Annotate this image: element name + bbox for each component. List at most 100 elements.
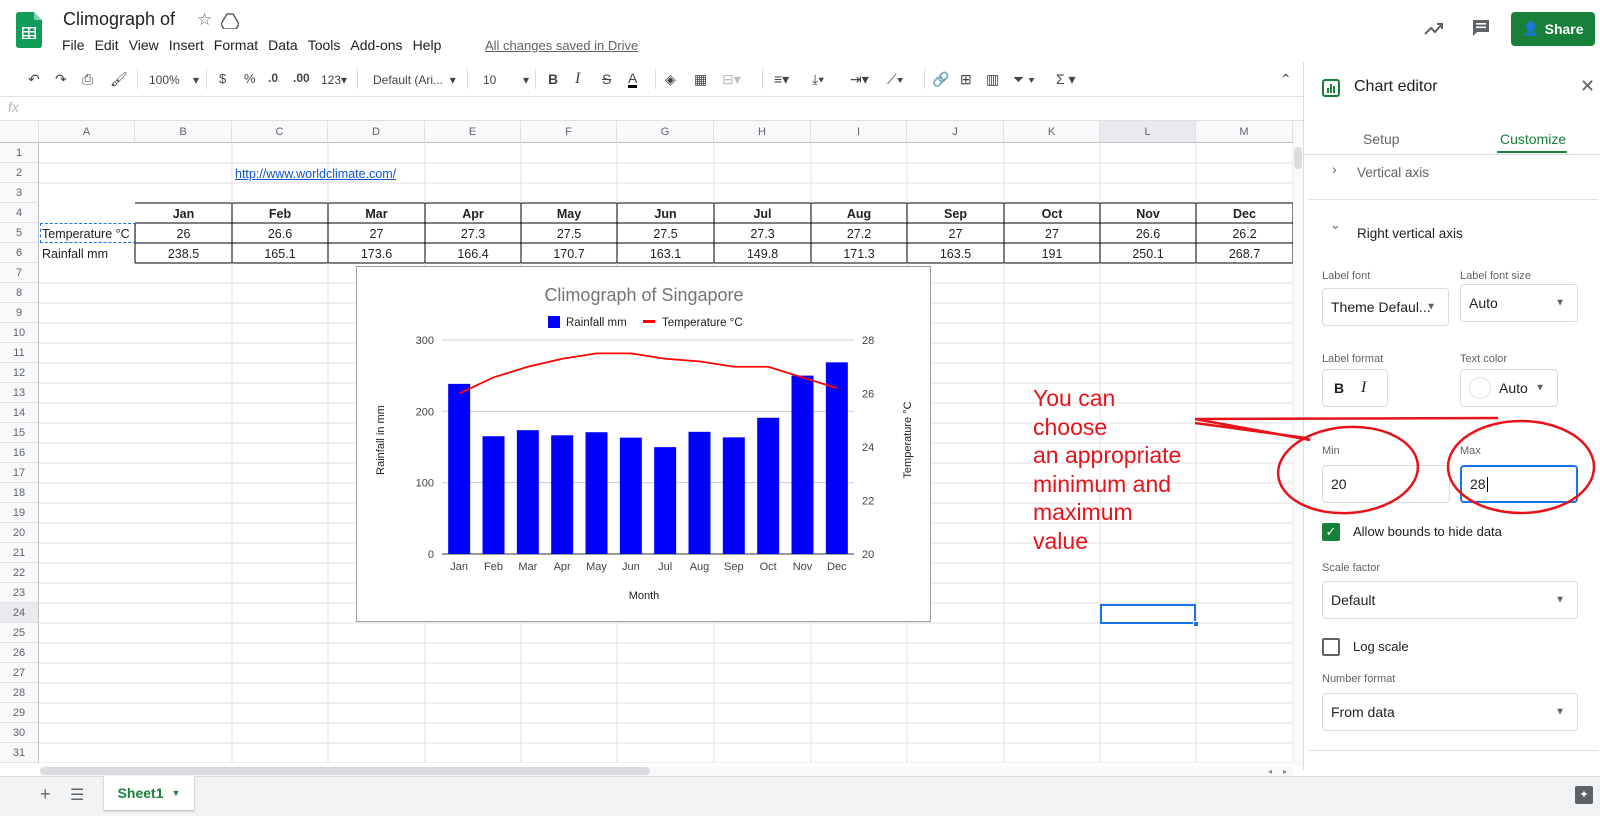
row-header-20[interactable]: 20 xyxy=(0,523,39,543)
paint-format-icon[interactable]: 🖌 xyxy=(110,71,128,88)
row-header-4[interactable]: 4 xyxy=(0,203,39,223)
rainfall-bar[interactable] xyxy=(688,431,711,554)
row-header-7[interactable]: 7 xyxy=(0,263,39,283)
currency-button[interactable]: $ xyxy=(219,71,226,86)
row-header-14[interactable]: 14 xyxy=(0,403,39,423)
row-header-10[interactable]: 10 xyxy=(0,323,39,343)
insert-chart-icon[interactable]: ▥ xyxy=(986,71,999,88)
col-header-f[interactable]: F xyxy=(521,121,617,143)
temperature-value-cell[interactable]: 27.2 xyxy=(811,224,907,244)
col-header-g[interactable]: G xyxy=(617,121,714,143)
sheets-logo-icon[interactable] xyxy=(16,12,42,48)
temperature-value-cell[interactable]: 26.6 xyxy=(232,224,328,244)
scroll-right-icon[interactable]: ▸ xyxy=(1283,767,1287,776)
rainfall-value-cell[interactable]: 149.8 xyxy=(714,244,811,264)
month-header-cell[interactable]: Jul xyxy=(714,204,811,224)
row-header-6[interactable]: 6 xyxy=(0,243,39,263)
percent-button[interactable]: % xyxy=(244,71,256,86)
comment-icon[interactable] xyxy=(1471,18,1491,38)
col-header-d[interactable]: D xyxy=(328,121,425,143)
allow-bounds-checkbox[interactable]: ✓ xyxy=(1322,523,1340,541)
month-header-cell[interactable]: Jun xyxy=(617,204,714,224)
month-header-cell[interactable]: May xyxy=(521,204,617,224)
sheet-tab-sheet1[interactable]: Sheet1 ▼ xyxy=(104,776,194,810)
vertical-align-icon[interactable]: ⤓▾ xyxy=(812,71,824,88)
section-vertical-axis[interactable]: Vertical axis xyxy=(1357,165,1429,180)
rainfall-value-cell[interactable]: 238.5 xyxy=(135,244,232,264)
active-cell-l24[interactable] xyxy=(1100,604,1196,624)
row-header-27[interactable]: 27 xyxy=(0,663,39,683)
redo-icon[interactable]: ↷ xyxy=(55,71,67,88)
col-header-b[interactable]: B xyxy=(135,121,232,143)
row-header-25[interactable]: 25 xyxy=(0,623,39,643)
temperature-value-cell[interactable]: 27 xyxy=(1004,224,1100,244)
month-header-cell[interactable]: Apr xyxy=(425,204,521,224)
row-header-5[interactable]: 5 xyxy=(0,223,39,243)
rainfall-bar[interactable] xyxy=(757,417,780,554)
text-color-select[interactable]: Auto ▼ xyxy=(1460,369,1558,407)
strikethrough-button[interactable]: S xyxy=(602,71,611,87)
decrease-decimal-button[interactable]: .0 xyxy=(268,71,278,85)
insert-comment-icon[interactable]: ⊞ xyxy=(960,71,972,88)
more-formats-select[interactable]: 123▾ xyxy=(321,73,347,87)
y-axis-title[interactable]: Rainfall in mm xyxy=(375,405,387,475)
row-header-18[interactable]: 18 xyxy=(0,483,39,503)
month-header-cell[interactable]: Feb xyxy=(232,204,328,224)
formula-bar[interactable] xyxy=(0,97,1303,121)
chart-title[interactable]: Climograph of Singapore xyxy=(544,285,743,305)
temperature-value-cell[interactable]: 27.3 xyxy=(425,224,521,244)
x-axis-title[interactable]: Month xyxy=(629,590,660,602)
rainfall-value-cell[interactable]: 163.1 xyxy=(617,244,714,264)
row-header-1[interactable]: 1 xyxy=(0,143,39,163)
save-status[interactable]: All changes saved in Drive xyxy=(485,38,638,53)
col-header-l[interactable]: L xyxy=(1100,121,1196,143)
rainfall-bar[interactable] xyxy=(482,436,505,554)
sheet-menu-caret[interactable]: ▼ xyxy=(172,788,181,798)
row-header-15[interactable]: 15 xyxy=(0,423,39,443)
row-header-23[interactable]: 23 xyxy=(0,583,39,603)
close-icon[interactable]: ✕ xyxy=(1580,76,1595,97)
row-header-12[interactable]: 12 xyxy=(0,363,39,383)
rainfall-bar[interactable] xyxy=(825,362,848,554)
col-header-c[interactable]: C xyxy=(232,121,328,143)
italic-toggle[interactable]: I xyxy=(1361,379,1366,397)
tab-setup[interactable]: Setup xyxy=(1363,131,1400,147)
chevron-right-icon[interactable]: › xyxy=(1332,161,1337,177)
menu-edit[interactable]: Edit xyxy=(95,37,125,53)
fill-handle[interactable] xyxy=(1193,621,1199,627)
borders-icon[interactable]: ▦ xyxy=(694,71,707,88)
row-header-26[interactable]: 26 xyxy=(0,643,39,663)
rainfall-bar[interactable] xyxy=(791,375,814,554)
rainfall-value-cell[interactable]: 170.7 xyxy=(521,244,617,264)
menu-format[interactable]: Format xyxy=(214,37,264,53)
vertical-scroll-thumb[interactable] xyxy=(1294,147,1302,169)
month-header-cell[interactable]: Aug xyxy=(811,204,907,224)
y2-axis-title[interactable]: Temperature °C xyxy=(902,401,914,478)
explore-icon[interactable]: ✦ xyxy=(1575,786,1593,804)
col-header-h[interactable]: H xyxy=(714,121,811,143)
temperature-value-cell[interactable]: 27.5 xyxy=(617,224,714,244)
bold-button[interactable]: B xyxy=(548,71,558,87)
month-header-cell[interactable]: Nov xyxy=(1100,204,1196,224)
menu-tools[interactable]: Tools xyxy=(308,37,347,53)
scroll-left-icon[interactable]: ◂ xyxy=(1268,767,1272,776)
max-input[interactable]: 28 xyxy=(1460,465,1578,503)
rainfall-value-cell[interactable]: 268.7 xyxy=(1196,244,1293,264)
scale-factor-select[interactable]: Default ▼ xyxy=(1322,581,1578,619)
rainfall-value-cell[interactable]: 171.3 xyxy=(811,244,907,264)
print-icon[interactable]: ⎙ xyxy=(82,71,93,88)
temperature-value-cell[interactable]: 27.5 xyxy=(521,224,617,244)
rainfall-value-cell[interactable]: 163.5 xyxy=(907,244,1004,264)
col-header-m[interactable]: M xyxy=(1196,121,1293,143)
drive-icon[interactable] xyxy=(221,13,239,29)
col-header-i[interactable]: I xyxy=(811,121,907,143)
temperature-line[interactable] xyxy=(458,352,838,395)
col-header-k[interactable]: K xyxy=(1004,121,1100,143)
trending-icon[interactable] xyxy=(1424,20,1444,36)
row-header-13[interactable]: 13 xyxy=(0,383,39,403)
menu-addons[interactable]: Add-ons xyxy=(350,37,408,53)
month-header-cell[interactable]: Mar xyxy=(328,204,425,224)
text-color-button[interactable]: A xyxy=(628,71,638,88)
log-scale-checkbox[interactable] xyxy=(1322,638,1340,656)
row-header-24[interactable]: 24 xyxy=(0,603,39,623)
